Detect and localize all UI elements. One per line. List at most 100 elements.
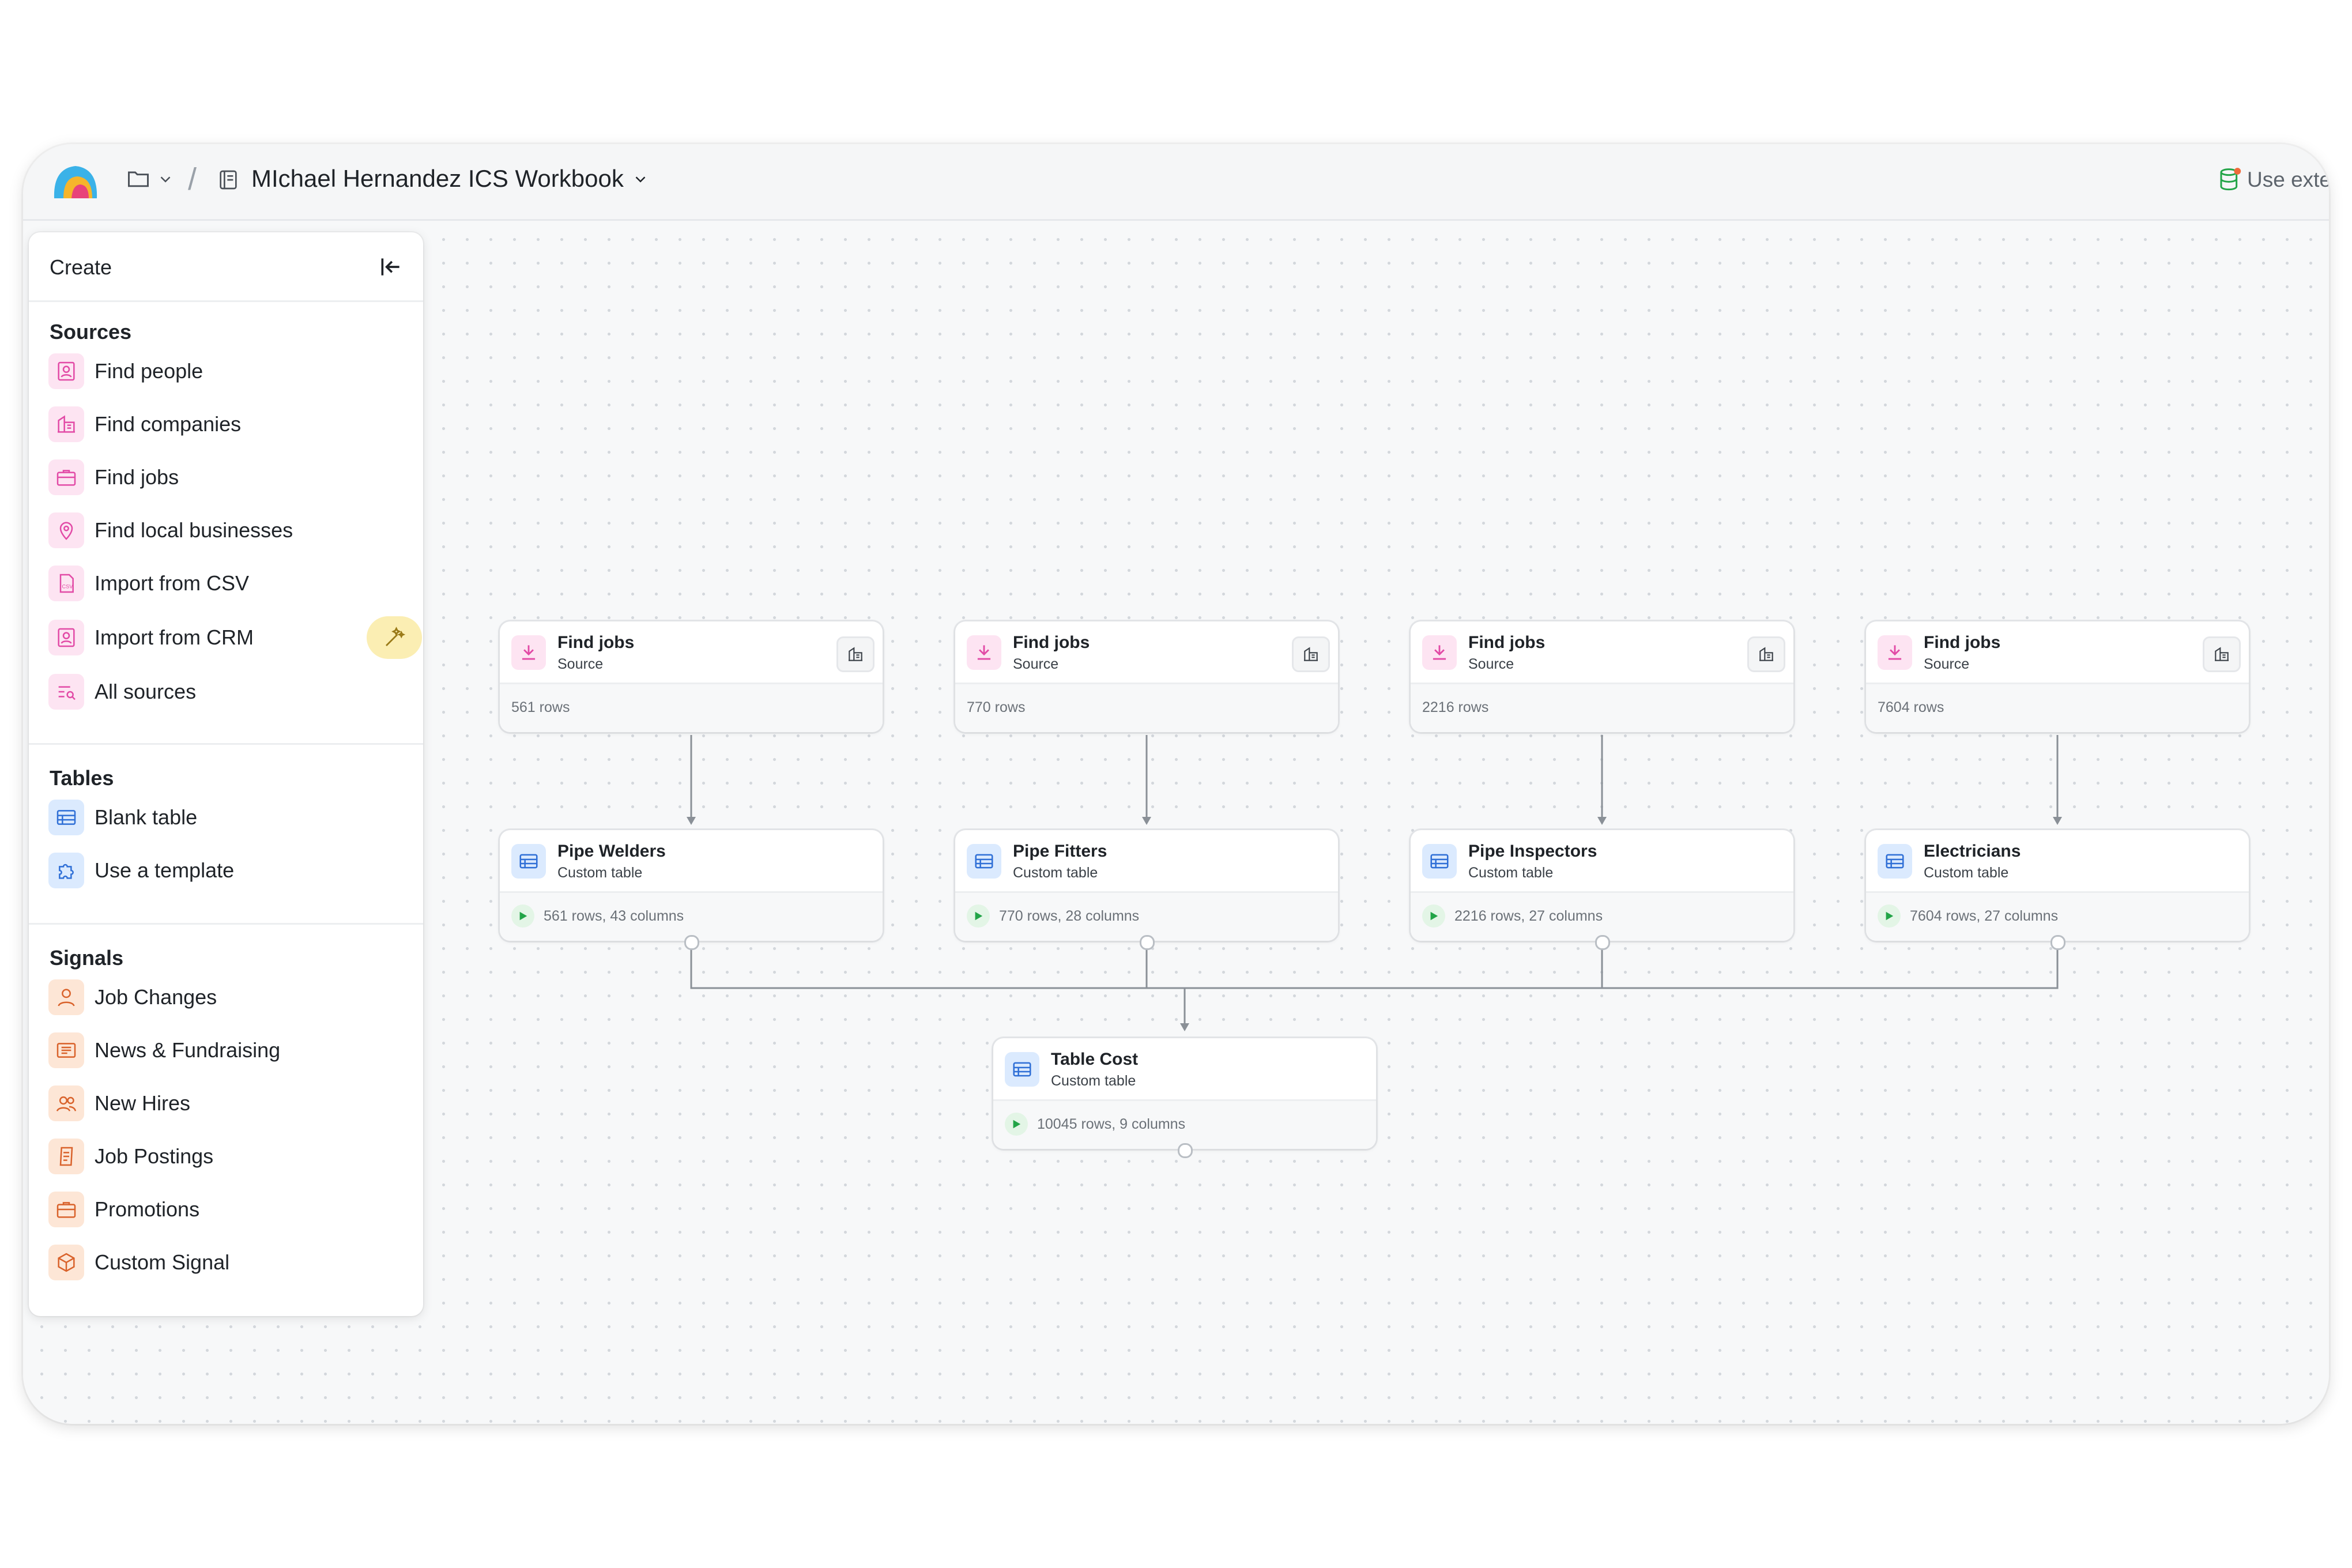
item-label: Job Postings	[95, 1144, 214, 1168]
table-stats: 770 rows, 28 columns	[999, 908, 1140, 924]
people-icon	[48, 1085, 84, 1121]
item-label: News & Fundraising	[95, 1038, 281, 1062]
node-footer: 561 rows, 43 columns	[500, 893, 883, 941]
person-card-icon	[48, 353, 84, 389]
table-stats: 7604 rows, 27 columns	[1910, 908, 2059, 924]
news-fundraising-item[interactable]: News & Fundraising	[48, 1031, 406, 1069]
output-port[interactable]	[2051, 935, 2065, 950]
custom-signal-item[interactable]: Custom Signal	[48, 1243, 406, 1281]
promotions-item[interactable]: Promotions	[48, 1190, 406, 1228]
building-icon[interactable]	[1747, 636, 1785, 672]
node-title: Pipe Welders	[557, 842, 666, 861]
merged-table-node[interactable]: Table Cost Custom table 10045 rows, 9 co…	[993, 1038, 1376, 1158]
workbook-icon	[220, 170, 237, 190]
new-hires-item[interactable]: New Hires	[48, 1084, 406, 1122]
node-header: Electricians Custom table	[1866, 830, 2249, 893]
download-icon	[511, 635, 546, 670]
node-title: Table Cost	[1051, 1050, 1139, 1069]
run-button[interactable]	[1422, 904, 1445, 928]
source-node[interactable]: Find jobs Source 561 rows	[500, 621, 883, 732]
chevron-down-icon[interactable]	[632, 171, 649, 188]
use-a-template-item[interactable]: Use a template	[48, 851, 406, 889]
import-from-crm-item[interactable]: Import from CRM	[48, 616, 422, 659]
database-icon	[2220, 168, 2241, 191]
node-footer: 770 rows, 28 columns	[955, 893, 1338, 941]
output-port[interactable]	[1140, 935, 1155, 950]
node-header: Pipe Fitters Custom table	[955, 830, 1338, 893]
node-header: Pipe Welders Custom table	[500, 830, 883, 893]
top-bar: / MIchael Hernandez ICS Workbook Use ext…	[23, 144, 2329, 221]
building-icon[interactable]	[1292, 636, 1330, 672]
building-icon[interactable]	[836, 636, 875, 672]
node-header: Find jobs Source	[500, 621, 883, 684]
node-footer: 7604 rows, 27 columns	[1866, 893, 2249, 941]
run-button[interactable]	[967, 904, 990, 928]
list-search-icon	[48, 674, 84, 710]
output-port[interactable]	[1178, 1143, 1193, 1158]
person-icon	[48, 979, 84, 1015]
node-title: Pipe Inspectors	[1468, 842, 1597, 861]
find-companies-item[interactable]: Find companies	[48, 405, 406, 443]
newspaper-icon	[48, 1032, 84, 1068]
building-icon[interactable]	[2203, 636, 2241, 672]
node-footer: 10045 rows, 9 columns	[993, 1101, 1376, 1149]
import-from-csv-item[interactable]: CSV Import from CSV	[48, 564, 406, 602]
node-subtitle: Source	[1468, 656, 1514, 672]
chevron-down-icon[interactable]	[157, 171, 174, 188]
table-icon	[967, 844, 1001, 879]
csv-file-icon: CSV	[48, 566, 84, 601]
table-node[interactable]: Electricians Custom table 7604 rows, 27 …	[1866, 830, 2249, 950]
table-node[interactable]: Pipe Fitters Custom table 770 rows, 28 c…	[955, 830, 1338, 950]
use-external-button[interactable]: Use exte	[2218, 163, 2329, 197]
node-subtitle: Custom table	[1468, 865, 1554, 881]
app-logo[interactable]	[51, 158, 100, 204]
blank-table-item[interactable]: Blank table	[48, 798, 406, 836]
item-label: All sources	[95, 680, 197, 703]
briefcase-icon	[48, 1192, 84, 1227]
table-node[interactable]: Pipe Welders Custom table 561 rows, 43 c…	[500, 830, 883, 950]
table-icon	[48, 800, 84, 835]
output-port[interactable]	[1595, 935, 1610, 950]
find-jobs-item[interactable]: Find jobs	[48, 458, 406, 496]
section-divider	[29, 923, 423, 925]
source-node[interactable]: Find jobs Source 7604 rows	[1866, 621, 2249, 732]
all-sources-item[interactable]: All sources	[48, 673, 406, 711]
row-count: 7604 rows	[1878, 699, 1944, 715]
run-button[interactable]	[1878, 904, 1901, 928]
find-people-item[interactable]: Find people	[48, 352, 406, 390]
table-node[interactable]: Pipe Inspectors Custom table 2216 rows, …	[1411, 830, 1793, 950]
node-subtitle: Source	[1013, 656, 1059, 672]
item-label: Blank table	[95, 805, 198, 829]
item-label: Custom Signal	[95, 1250, 230, 1274]
item-label: Use a template	[95, 858, 235, 882]
source-node[interactable]: Find jobs Source 2216 rows	[1411, 621, 1793, 732]
magic-wand-icon[interactable]	[367, 616, 422, 659]
table-stats: 561 rows, 43 columns	[544, 908, 684, 924]
app-window: / MIchael Hernandez ICS Workbook Use ext…	[23, 144, 2329, 1424]
run-button[interactable]	[511, 904, 534, 928]
node-header: Pipe Inspectors Custom table	[1411, 830, 1793, 893]
collapse-panel-icon[interactable]	[378, 254, 404, 280]
node-header: Table Cost Custom table	[993, 1038, 1376, 1101]
row-count: 770 rows	[967, 699, 1026, 715]
building-icon	[48, 406, 84, 442]
find-local-businesses-item[interactable]: Find local businesses	[48, 511, 406, 549]
node-title: Find jobs	[1468, 633, 1546, 652]
table-icon	[1005, 1052, 1039, 1087]
node-subtitle: Custom table	[557, 865, 643, 881]
job-postings-item[interactable]: Job Postings	[48, 1137, 406, 1175]
row-count: 561 rows	[511, 699, 570, 715]
node-title: Find jobs	[1924, 633, 2001, 652]
node-title: Electricians	[1924, 842, 2021, 861]
source-node[interactable]: Find jobs Source 770 rows	[955, 621, 1338, 732]
item-label: Find jobs	[95, 465, 179, 489]
node-header: Find jobs Source	[955, 621, 1338, 684]
breadcrumb-separator: /	[188, 162, 197, 197]
item-label: Promotions	[95, 1197, 200, 1221]
output-port[interactable]	[684, 935, 699, 950]
folder-icon[interactable]	[126, 166, 151, 191]
workbook-title[interactable]: MIchael Hernandez ICS Workbook	[251, 165, 624, 193]
job-changes-item[interactable]: Job Changes	[48, 978, 406, 1016]
run-button[interactable]	[1005, 1113, 1028, 1136]
section-heading-signals: Signals	[50, 946, 124, 970]
